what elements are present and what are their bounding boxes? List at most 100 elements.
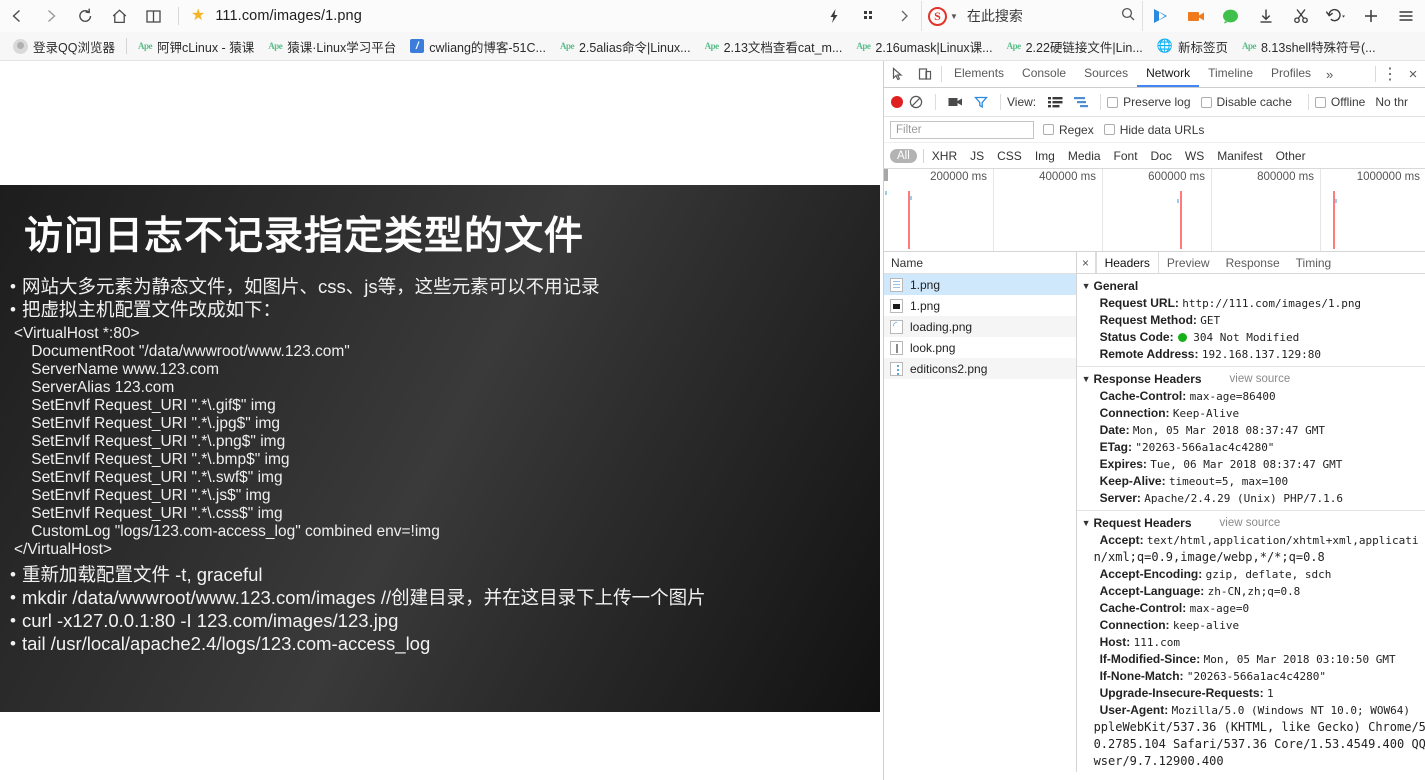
screen-record-icon[interactable] xyxy=(1178,1,1213,31)
search-icon[interactable] xyxy=(1120,6,1136,27)
grid-icon[interactable] xyxy=(851,1,886,31)
type-filter-ws[interactable]: WS xyxy=(1185,149,1204,163)
kebab-menu-icon[interactable]: ⋮ xyxy=(1379,61,1401,87)
record-button[interactable] xyxy=(891,96,903,108)
filter-funnel-icon[interactable] xyxy=(968,95,994,109)
type-filter-img[interactable]: Img xyxy=(1035,149,1055,163)
bookmark-star-icon[interactable]: ★ xyxy=(191,8,205,24)
bookmark-item[interactable]: Ape 2.16umask|Linux课... xyxy=(849,34,999,58)
home-icon[interactable] xyxy=(102,1,136,31)
network-timeline-overview[interactable]: 200000 ms 400000 ms 600000 ms 800000 ms … xyxy=(884,169,1425,252)
chevron-down-icon[interactable]: ▼ xyxy=(1082,374,1091,384)
search-box[interactable]: S ▼ 在此搜索 xyxy=(921,1,1143,31)
filter-input[interactable]: Filter xyxy=(890,120,1034,139)
type-filter-other[interactable]: Other xyxy=(1276,149,1306,163)
checkbox-box[interactable] xyxy=(1200,96,1212,108)
type-filter-doc[interactable]: Doc xyxy=(1151,149,1172,163)
table-row[interactable]: look.png xyxy=(884,337,1076,358)
checkbox-box[interactable] xyxy=(1043,124,1054,135)
checkbox-box[interactable] xyxy=(1314,96,1326,108)
device-toolbar-icon[interactable] xyxy=(911,61,938,87)
menu-icon[interactable] xyxy=(1388,1,1423,31)
chevron-down-icon[interactable]: ▼ xyxy=(950,12,958,21)
checkbox-box[interactable] xyxy=(1103,124,1115,135)
section-general[interactable]: ▼ General xyxy=(1077,277,1425,295)
disable-cache-checkbox[interactable]: Disable cache xyxy=(1200,95,1292,109)
header-value: max-age=0 xyxy=(1189,602,1250,615)
wechat-icon[interactable] xyxy=(1213,1,1248,31)
bookmark-item[interactable]: Ape 阿钾cLinux - 猿课 xyxy=(131,34,261,58)
request-list-header[interactable]: Name xyxy=(884,252,1076,274)
bookmark-item[interactable]: 登录QQ浏览器 xyxy=(6,34,122,58)
bookmark-item[interactable]: Ape 猿课·Linux学习平台 xyxy=(261,34,403,58)
type-filter-font[interactable]: Font xyxy=(1114,149,1138,163)
tab-sources[interactable]: Sources xyxy=(1075,61,1137,87)
type-filter-css[interactable]: CSS xyxy=(997,149,1022,163)
chevron-down-icon[interactable]: ▼ xyxy=(1082,281,1091,291)
tab-elements[interactable]: Elements xyxy=(945,61,1013,87)
header-value[interactable]: http://111.com/images/1.png xyxy=(1182,297,1361,310)
section-response-headers[interactable]: ▼ Response Headers view source xyxy=(1077,370,1425,388)
type-filter-media[interactable]: Media xyxy=(1068,149,1101,163)
request-list[interactable]: Name 1.png 1.png loading.png look.png ed… xyxy=(884,252,1077,772)
reload-icon[interactable] xyxy=(68,1,102,31)
search-input[interactable]: 在此搜索 xyxy=(967,6,1120,26)
type-filter-js[interactable]: JS xyxy=(970,149,984,163)
table-row[interactable]: loading.png xyxy=(884,316,1076,337)
bookmark-item[interactable]: Ape 8.13shell特殊符号(... xyxy=(1235,34,1383,58)
list-view-icon[interactable] xyxy=(1042,96,1068,108)
reading-mode-icon[interactable] xyxy=(136,1,170,31)
bookmark-item[interactable]: Ape 2.13文档查看cat_m... xyxy=(698,34,850,58)
type-filter-all[interactable]: All xyxy=(890,148,917,163)
detail-tab-preview[interactable]: Preview xyxy=(1159,252,1218,273)
table-row[interactable]: 1.png xyxy=(884,295,1076,316)
lightning-icon[interactable] xyxy=(816,1,851,31)
forward-arrow-icon[interactable] xyxy=(34,1,68,31)
type-filter-xhr[interactable]: XHR xyxy=(932,149,957,163)
table-row[interactable]: 1.png xyxy=(884,274,1076,295)
view-source-link[interactable]: view source xyxy=(1220,517,1281,529)
waterfall-view-icon[interactable] xyxy=(1068,96,1094,108)
bookmark-item[interactable]: / cwliang的博客-51C... xyxy=(403,34,553,58)
detail-tab-timing[interactable]: Timing xyxy=(1288,252,1340,273)
preserve-log-label: Preserve log xyxy=(1123,95,1191,109)
tab-timeline[interactable]: Timeline xyxy=(1199,61,1262,87)
regex-checkbox[interactable]: Regex xyxy=(1043,123,1094,137)
scissors-icon[interactable] xyxy=(1283,1,1318,31)
more-tabs-icon[interactable]: » xyxy=(1320,61,1339,87)
type-filter-manifest[interactable]: Manifest xyxy=(1217,149,1262,163)
back-arrow-icon[interactable] xyxy=(0,1,34,31)
tab-console[interactable]: Console xyxy=(1013,61,1075,87)
clear-icon[interactable] xyxy=(903,95,929,109)
header-value: gzip, deflate, sdch xyxy=(1205,568,1332,581)
header-row: Date: Mon, 05 Mar 2018 08:37:47 GMT xyxy=(1077,422,1425,439)
detail-tab-response[interactable]: Response xyxy=(1218,252,1288,273)
download-icon[interactable] xyxy=(1248,1,1283,31)
table-row[interactable]: editicons2.png xyxy=(884,358,1076,379)
inspect-element-icon[interactable] xyxy=(884,61,911,87)
bookmark-item[interactable]: 🌐 新标签页 xyxy=(1150,34,1235,58)
chevron-right-icon[interactable] xyxy=(886,1,921,31)
close-detail-icon[interactable]: × xyxy=(1077,252,1096,273)
history-undo-icon[interactable] xyxy=(1318,1,1353,31)
throttling-select[interactable]: No thr xyxy=(1375,95,1408,109)
tab-profiles[interactable]: Profiles xyxy=(1262,61,1320,87)
chevron-down-icon[interactable]: ▼ xyxy=(1082,518,1091,528)
video-play-icon[interactable] xyxy=(1143,1,1178,31)
close-icon[interactable]: × xyxy=(1401,61,1425,87)
preserve-log-checkbox[interactable]: Preserve log xyxy=(1107,95,1191,109)
address-bar[interactable]: ★ 111.com/images/1.png xyxy=(187,1,816,31)
regex-label: Regex xyxy=(1059,122,1094,137)
hide-data-urls-checkbox[interactable]: Hide data URLs xyxy=(1103,123,1204,137)
checkbox-box[interactable] xyxy=(1107,96,1119,108)
sogou-logo-icon[interactable]: S xyxy=(928,6,947,26)
add-tab-icon[interactable] xyxy=(1353,1,1388,31)
view-source-link[interactable]: view source xyxy=(1230,373,1291,385)
tab-network[interactable]: Network xyxy=(1137,61,1200,87)
bookmark-item[interactable]: Ape 2.5alias命令|Linux... xyxy=(553,34,698,58)
bookmark-item[interactable]: Ape 2.22硬链接文件|Lin... xyxy=(1000,34,1150,58)
section-request-headers[interactable]: ▼ Request Headers view source xyxy=(1077,514,1425,532)
detail-tab-headers[interactable]: Headers xyxy=(1095,252,1159,273)
capture-screenshots-icon[interactable] xyxy=(942,96,968,108)
offline-checkbox[interactable]: Offline xyxy=(1314,95,1365,109)
